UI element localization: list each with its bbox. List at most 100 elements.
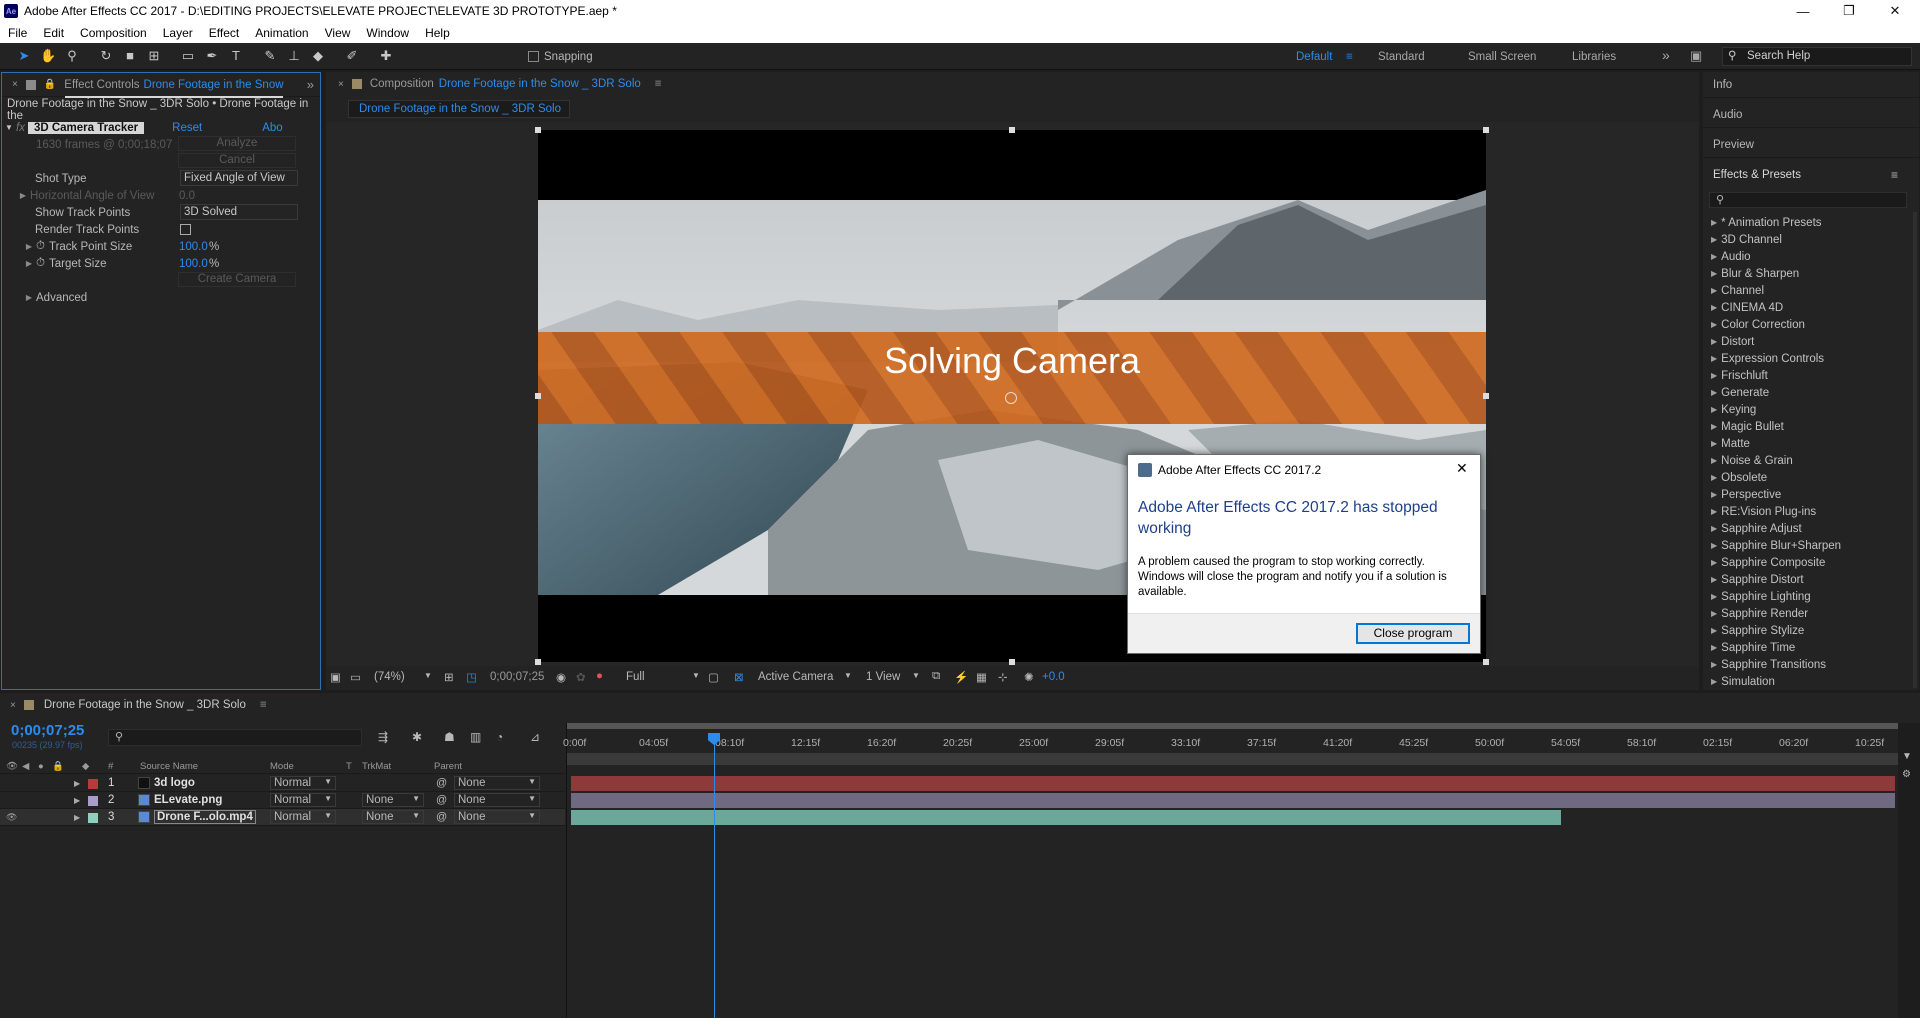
expand-triangle-icon[interactable]: ▶	[1711, 286, 1717, 295]
workspace-standard[interactable]: Standard	[1378, 51, 1425, 63]
rectangle-tool-icon[interactable]: ▭	[180, 48, 196, 64]
expand-triangle-icon[interactable]: ▶	[1711, 218, 1717, 227]
anchor-point-icon[interactable]	[1005, 392, 1017, 404]
fx-icon[interactable]: fx	[16, 122, 25, 134]
effects-category-13[interactable]: ▶ Matte	[1703, 435, 1913, 452]
menu-effect[interactable]: Effect	[201, 26, 247, 40]
more-workspaces-button[interactable]: »	[1662, 47, 1670, 63]
viewer-timecode[interactable]: 0;00;07;25	[490, 671, 544, 683]
current-time-indicator[interactable]	[714, 733, 715, 1018]
expand-triangle-icon[interactable]: ▶	[1711, 677, 1717, 686]
advanced-row[interactable]: ▶ Advanced	[2, 289, 322, 306]
layer-row[interactable]: ▶ 2 ELevate.png Normal ▼ None ▼ @ None ▼	[0, 792, 565, 809]
work-area-bar[interactable]	[567, 723, 1899, 729]
expand-triangle-icon[interactable]: ▶	[1711, 405, 1717, 414]
expand-triangle-icon[interactable]: ▶	[1711, 320, 1717, 329]
draft-3d-icon[interactable]: ✱	[412, 730, 422, 744]
layer-duration-bar[interactable]	[571, 793, 1895, 808]
hfov-triangle-icon[interactable]: ▶	[16, 191, 30, 200]
pan-behind-tool-icon[interactable]: ⊞	[146, 48, 162, 64]
camera-view-dropdown[interactable]: Active Camera	[758, 671, 833, 683]
expand-triangle-icon[interactable]: ▶	[1711, 269, 1717, 278]
expand-triangle-icon[interactable]: ▶	[1711, 456, 1717, 465]
safe-margins-icon[interactable]: ⊞	[444, 670, 454, 684]
layer-expand-triangle-icon[interactable]: ▶	[74, 813, 80, 822]
lock-icon[interactable]: 🔒	[44, 79, 56, 90]
expand-triangle-icon[interactable]: ▶	[1711, 609, 1717, 618]
effects-category-26[interactable]: ▶ Sapphire Transitions	[1703, 656, 1913, 673]
comp-marker-icon[interactable]: ▼	[1902, 751, 1912, 762]
timeline-timecode[interactable]: 0;00;07;25	[11, 722, 84, 739]
effects-category-16[interactable]: ▶ Perspective	[1703, 486, 1913, 503]
label-color-swatch[interactable]	[88, 796, 98, 806]
close-panel-icon[interactable]: ×	[12, 79, 18, 90]
clone-stamp-tool-icon[interactable]: ⊥	[286, 48, 302, 64]
layer-row[interactable]: ▶ 1 3d logo Normal ▼ @ None ▼	[0, 775, 565, 792]
monitor-icon[interactable]: ▭	[350, 670, 361, 684]
effect-reset-button[interactable]: Reset	[172, 122, 202, 134]
effects-category-22[interactable]: ▶ Sapphire Lighting	[1703, 588, 1913, 605]
chevron-down-icon[interactable]: ▼	[424, 671, 432, 680]
composition-subtab[interactable]: Drone Footage in the Snow _ 3DR Solo	[348, 100, 570, 118]
effects-category-18[interactable]: ▶ Sapphire Adjust	[1703, 520, 1913, 537]
timeline-icon[interactable]: ▦	[976, 670, 987, 684]
workspace-menu-icon[interactable]: ≡	[1346, 51, 1353, 63]
layer-expand-triangle-icon[interactable]: ▶	[74, 796, 80, 805]
render-track-points-checkbox[interactable]	[180, 224, 191, 235]
effects-category-24[interactable]: ▶ Sapphire Stylize	[1703, 622, 1913, 639]
workspace-default[interactable]: Default	[1296, 51, 1332, 63]
effects-category-23[interactable]: ▶ Sapphire Render	[1703, 605, 1913, 622]
expand-triangle-icon[interactable]: ▶	[1711, 388, 1717, 397]
parent-pickwhip-icon[interactable]: @	[436, 794, 447, 806]
layer-duration-bar[interactable]	[571, 776, 1895, 791]
effects-category-11[interactable]: ▶ Keying	[1703, 401, 1913, 418]
effects-category-5[interactable]: ▶ CINEMA 4D	[1703, 299, 1913, 316]
expand-triangle-icon[interactable]: ▶	[1711, 592, 1717, 601]
effects-category-25[interactable]: ▶ Sapphire Time	[1703, 639, 1913, 656]
effects-category-15[interactable]: ▶ Obsolete	[1703, 469, 1913, 486]
layer-duration-bar[interactable]	[571, 810, 1561, 825]
create-camera-button[interactable]: Create Camera	[178, 272, 296, 287]
info-panel-tab[interactable]: Info	[1713, 79, 1732, 91]
expand-triangle-icon[interactable]: ▶	[1711, 337, 1717, 346]
layer-name[interactable]: Drone F...olo.mp4	[154, 810, 256, 824]
frame-blending-icon[interactable]: ▥	[470, 730, 481, 744]
effects-category-17[interactable]: ▶ RE:Vision Plug-ins	[1703, 503, 1913, 520]
selection-handle[interactable]	[535, 393, 541, 399]
view-layout-dropdown[interactable]: 1 View	[866, 671, 900, 683]
layer-row[interactable]: 👁 ▶ 3 Drone F...olo.mp4 Normal ▼ None ▼ @ None ▼	[0, 809, 565, 826]
effects-category-2[interactable]: ▶ Audio	[1703, 248, 1913, 265]
workspace-libraries[interactable]: Libraries	[1572, 51, 1616, 63]
snapshot-icon[interactable]: ◉	[556, 670, 566, 684]
search-help-input[interactable]: Search Help	[1722, 47, 1912, 66]
effects-category-0[interactable]: ▶ * Animation Presets	[1703, 214, 1913, 231]
effects-category-27[interactable]: ▶ Simulation	[1703, 673, 1913, 690]
menu-help[interactable]: Help	[417, 26, 458, 40]
effects-category-7[interactable]: ▶ Distort	[1703, 333, 1913, 350]
label-tag-icon[interactable]: ◆	[82, 761, 89, 772]
mask-visibility-icon[interactable]: ◳	[466, 670, 477, 684]
effects-scrollbar[interactable]	[1913, 212, 1917, 688]
region-of-interest-icon[interactable]: ▢	[708, 670, 719, 684]
layer-mode-dropdown[interactable]: Normal ▼	[270, 793, 336, 807]
stopwatch-icon[interactable]: ⏱	[36, 240, 45, 253]
effects-category-19[interactable]: ▶ Sapphire Blur+Sharpen	[1703, 537, 1913, 554]
composition-name[interactable]: Drone Footage in the Snow _ 3DR Solo	[439, 78, 641, 90]
layer-parent-dropdown[interactable]: None ▼	[454, 776, 540, 790]
menu-window[interactable]: Window	[358, 26, 417, 40]
layer-name[interactable]: 3d logo	[154, 777, 195, 789]
header-source-name[interactable]: Source Name	[140, 761, 198, 772]
zoom-tool-icon[interactable]: ⚲	[64, 48, 80, 64]
rotate-tool-icon[interactable]: ↻	[98, 48, 114, 64]
effects-category-3[interactable]: ▶ Blur & Sharpen	[1703, 265, 1913, 282]
effects-category-8[interactable]: ▶ Expression Controls	[1703, 350, 1913, 367]
toggle-pixel-aspect-icon[interactable]: ⧉	[932, 670, 940, 683]
layer-parent-dropdown[interactable]: None ▼	[454, 810, 540, 824]
effect-controls-tab[interactable]: Effect Controls	[64, 79, 139, 91]
panel-lock-icon[interactable]	[25, 79, 36, 90]
expand-triangle-icon[interactable]: ▶	[1711, 575, 1717, 584]
expand-triangle-icon[interactable]: ▶	[1711, 490, 1717, 499]
expand-triangle-icon[interactable]: ▶	[1711, 473, 1717, 482]
timeline-search-input[interactable]: ⚲	[108, 729, 362, 746]
effects-search-input[interactable]: ⚲	[1709, 192, 1907, 208]
